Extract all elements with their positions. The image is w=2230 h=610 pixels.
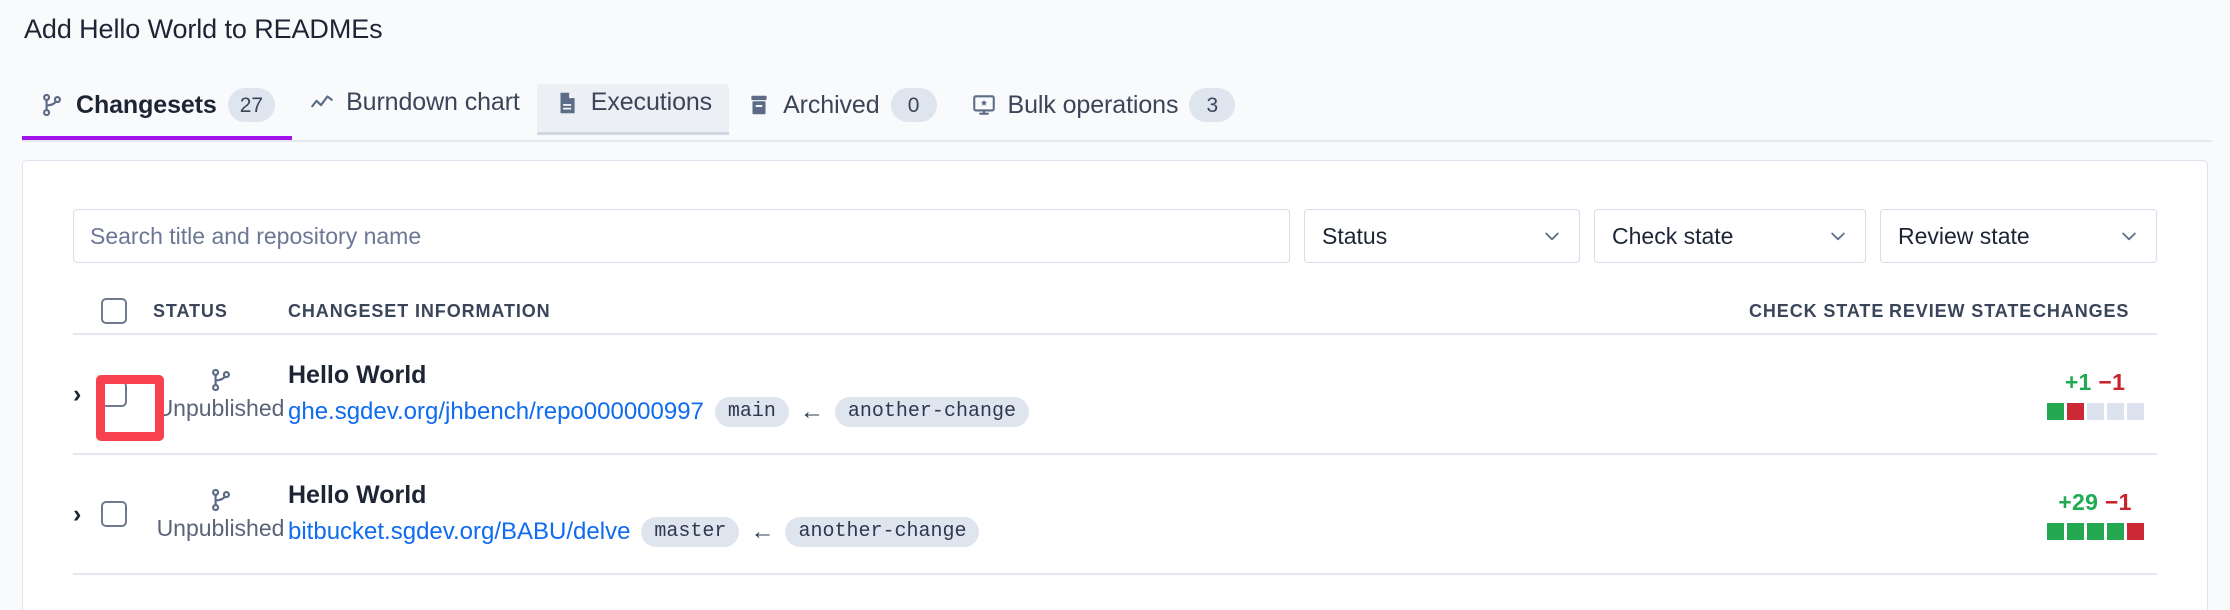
- check-state-filter-dropdown[interactable]: Check state: [1594, 209, 1866, 263]
- diff-square-add: [2086, 522, 2104, 540]
- diff-square-empty: [2086, 402, 2104, 420]
- changeset-title: Hello World: [288, 481, 427, 509]
- row-changeset-information: Hello World ghe.sgdev.org/jhbench/repo00…: [288, 361, 1749, 427]
- diff-square-add: [2046, 522, 2064, 540]
- row-select-cell: [101, 381, 153, 407]
- changesets-page: Add Hello World to READMEs Changesets 27…: [0, 0, 2230, 610]
- row-select-checkbox[interactable]: [101, 381, 127, 407]
- tab-changesets[interactable]: Changesets 27: [22, 84, 293, 140]
- tab-burndown-chart[interactable]: Burndown chart: [292, 84, 537, 133]
- diff-counts: +29 −1: [2058, 489, 2131, 516]
- select-all-checkbox[interactable]: [101, 298, 127, 324]
- table-header-row: STATUS CHANGESET INFORMATION CHECK STATE…: [73, 289, 2157, 335]
- chevron-right-icon: ›: [73, 499, 82, 528]
- repository-link[interactable]: bitbucket.sgdev.org/BABU/delve: [288, 518, 630, 546]
- tab-executions[interactable]: Executions: [536, 84, 730, 135]
- monitor-star-icon: [971, 92, 997, 118]
- chevron-down-icon: [1828, 226, 1848, 246]
- tab-label: Burndown chart: [346, 88, 520, 116]
- arrow-left-icon: ←: [799, 398, 824, 425]
- changeset-title: Hello World: [288, 361, 427, 389]
- head-branch-badge: another-change: [834, 397, 1029, 427]
- row-status-cell: Unpublished: [153, 487, 288, 542]
- table-row[interactable]: › Unpublished Hello World: [73, 455, 2157, 575]
- expand-row-button[interactable]: ›: [73, 379, 101, 408]
- review-state-filter-dropdown[interactable]: Review state: [1880, 209, 2157, 263]
- page-title: Add Hello World to READMEs: [24, 14, 383, 44]
- tab-bulk-operations[interactable]: Bulk operations 3: [954, 84, 1253, 138]
- base-branch-badge: main: [714, 397, 789, 427]
- diff-square-add: [2106, 522, 2124, 540]
- status-filter-dropdown[interactable]: Status: [1304, 209, 1580, 263]
- diff-additions: +29: [2058, 488, 2099, 515]
- changes-column-header: CHANGES: [2033, 300, 2130, 321]
- search-input[interactable]: [73, 209, 1290, 263]
- diff-deletions: −1: [2098, 368, 2126, 395]
- chevron-down-icon: [1542, 226, 1562, 246]
- diff-square-add: [2066, 522, 2084, 540]
- tab-label: Archived: [783, 90, 880, 119]
- changesets-card: Status Check state Review state: [22, 160, 2208, 610]
- row-status-label: Unpublished: [156, 514, 285, 541]
- branch-icon: [39, 92, 65, 118]
- review-state-column-header: REVIEW STATE: [1889, 300, 2033, 321]
- chevron-right-icon: ›: [73, 379, 82, 408]
- row-select-checkbox[interactable]: [101, 501, 127, 527]
- check-state-filter-label: Check state: [1612, 222, 1734, 249]
- changesets-table: STATUS CHANGESET INFORMATION CHECK STATE…: [73, 289, 2157, 575]
- diff-stat-squares: [2046, 402, 2144, 420]
- row-changes-cell: +1 −1: [2033, 369, 2157, 420]
- line-chart-icon: [309, 90, 335, 116]
- changeset-repo-line: ghe.sgdev.org/jhbench/repo000000997 main…: [288, 397, 1749, 427]
- changeset-information-column-header: CHANGESET INFORMATION: [288, 300, 551, 321]
- branch-icon: [208, 487, 234, 513]
- head-branch-badge: another-change: [785, 517, 980, 547]
- tab-bar: Changesets 27 Burndown chart Executions …: [22, 84, 2212, 142]
- diff-counts: +1 −1: [2065, 369, 2125, 396]
- row-changeset-information: Hello World bitbucket.sgdev.org/BABU/del…: [288, 481, 1749, 547]
- diff-square-delete: [2126, 522, 2144, 540]
- tab-badge-count: 0: [890, 88, 937, 122]
- review-state-filter-label: Review state: [1898, 222, 2030, 249]
- arrow-left-icon: ←: [750, 518, 775, 545]
- chevron-down-icon: [2119, 226, 2139, 246]
- row-status-label: Unpublished: [156, 394, 285, 421]
- tab-label: Changesets: [76, 90, 217, 119]
- diff-square-empty: [2126, 402, 2144, 420]
- diff-square-empty: [2106, 402, 2124, 420]
- base-branch-badge: master: [641, 517, 740, 547]
- file-icon: [554, 90, 580, 116]
- changeset-repo-line: bitbucket.sgdev.org/BABU/delve master ← …: [288, 517, 1749, 547]
- tab-label: Bulk operations: [1007, 90, 1179, 119]
- filter-bar: Status Check state Review state: [73, 209, 2157, 263]
- select-all-column-header: [101, 298, 153, 324]
- status-filter-label: Status: [1322, 222, 1388, 249]
- status-column-header: STATUS: [153, 300, 228, 321]
- tab-badge-count: 3: [1189, 88, 1236, 122]
- row-changes-cell: +29 −1: [2033, 489, 2157, 540]
- row-status-cell: Unpublished: [153, 367, 288, 422]
- check-state-column-header: CHECK STATE: [1749, 300, 1885, 321]
- diff-deletions: −1: [2104, 488, 2132, 515]
- archive-icon: [746, 92, 772, 118]
- tab-label: Executions: [590, 88, 713, 116]
- tab-archived[interactable]: Archived 0: [729, 84, 953, 138]
- diff-additions: +1: [2064, 368, 2092, 395]
- repository-link[interactable]: ghe.sgdev.org/jhbench/repo000000997: [288, 398, 704, 426]
- row-select-cell: [101, 501, 153, 527]
- diff-stat-squares: [2046, 522, 2144, 540]
- diff-square-delete: [2066, 402, 2084, 420]
- diff-square-add: [2046, 402, 2064, 420]
- tab-badge-count: 27: [227, 88, 276, 122]
- branch-icon: [208, 367, 234, 393]
- table-row[interactable]: › Unpublished Hello World: [73, 335, 2157, 455]
- expand-row-button[interactable]: ›: [73, 499, 101, 528]
